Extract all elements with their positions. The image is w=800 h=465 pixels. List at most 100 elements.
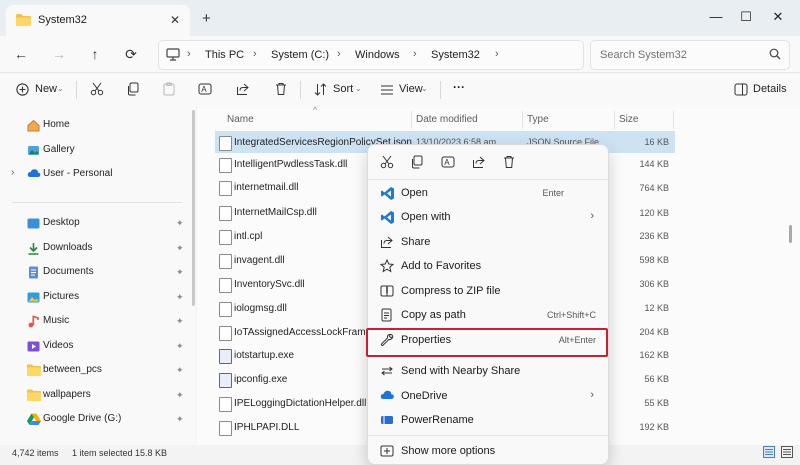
pin-icon[interactable]: ✦ [176,292,184,303]
sort-ascending-icon: ^ [313,105,318,115]
delete-icon[interactable] [274,82,288,98]
menu-item-add-to-favorites[interactable]: Add to Favorites [368,255,608,279]
sidebar-item-gallery[interactable]: Gallery [0,140,196,162]
file-size: 236 KB [639,231,669,241]
sidebar-item-pictures[interactable]: Pictures ✦ [0,287,196,309]
file-icon [219,136,232,151]
pin-icon[interactable]: ✦ [176,243,184,254]
sidebar-item-user-personal[interactable]: › User - Personal [0,164,196,186]
file-size: 162 KB [639,350,669,360]
menu-item-powerrename[interactable]: PowerRename [368,409,608,433]
vscode-icon [380,210,395,225]
file-icon [219,421,232,436]
nav-scrollbar[interactable] [192,110,195,306]
sidebar-item-between-pcs[interactable]: between_pcs ✦ [0,360,196,382]
sidebar-item-desktop[interactable]: Desktop ✦ [0,213,196,235]
address-row: ← → ↑ ⟳ › This PC › System (C:) › Window… [0,36,800,72]
column-header-size[interactable]: Size [619,114,638,125]
maximize-button[interactable]: ☐ [736,7,756,27]
menu-item-show-more-options[interactable]: Show more options [368,440,608,464]
sidebar-item-videos[interactable]: Videos ✦ [0,336,196,358]
column-divider[interactable] [614,111,615,129]
copy-icon[interactable] [410,155,426,171]
chevron-right-icon: › [590,389,594,401]
pin-icon[interactable]: ✦ [176,316,184,327]
paste-icon[interactable] [162,82,176,98]
copy-icon[interactable] [126,82,140,98]
chevron-right-icon: › [337,48,341,60]
column-divider[interactable] [522,111,523,129]
file-icon [219,254,232,269]
pin-icon[interactable]: ✦ [176,218,184,229]
menu-item-copy-as-path[interactable]: Copy as path Ctrl+Shift+C [368,304,608,328]
cut-icon[interactable] [90,82,104,98]
column-divider[interactable] [673,111,674,129]
google-drive-icon [27,413,41,426]
breadcrumb-windows[interactable]: Windows [355,49,400,61]
file-size: 306 KB [639,279,669,289]
close-window-button[interactable]: ✕ [768,7,788,27]
share-icon[interactable] [236,82,250,98]
menu-item-onedrive[interactable]: OneDrive › [368,385,608,409]
more-options-button[interactable]: ··· [453,80,465,96]
menu-item-compress-zip[interactable]: Compress to ZIP file [368,280,608,304]
pin-icon[interactable]: ✦ [176,390,184,401]
list-scrollbar[interactable] [789,225,792,243]
pin-icon[interactable]: ✦ [176,365,184,376]
exe-icon [219,373,232,388]
breadcrumb-system32[interactable]: System32 [431,49,480,61]
menu-item-share[interactable]: Share [368,231,608,255]
exe-icon [219,349,232,364]
tab-close-icon[interactable]: ✕ [170,13,180,27]
details-label: Details [753,83,787,95]
column-header-date[interactable]: Date modified [416,114,478,125]
music-icon [27,315,40,328]
view-button[interactable]: View ⌄ [380,82,436,98]
details-button[interactable]: Details [734,82,794,98]
sidebar-item-documents[interactable]: Documents ✦ [0,262,196,284]
search-input[interactable]: Search System32 [590,40,790,70]
pin-icon[interactable]: ✦ [176,341,184,352]
sidebar-item-music[interactable]: Music ✦ [0,311,196,333]
sidebar-item-wallpapers[interactable]: wallpapers ✦ [0,385,196,407]
chevron-right-icon[interactable]: › [11,167,14,178]
rename-icon[interactable]: A [198,82,212,98]
file-size: 55 KB [644,398,669,408]
share-icon[interactable] [472,155,488,171]
tiles-view-icon[interactable] [781,446,793,458]
column-header-type[interactable]: Type [527,114,549,125]
more-options-icon [380,444,395,459]
sidebar-item-downloads[interactable]: Downloads ✦ [0,238,196,260]
rename-icon[interactable]: A [441,155,457,171]
computer-icon [166,48,180,61]
file-size: 192 KB [639,422,669,432]
minimize-button[interactable]: — [706,7,726,27]
breadcrumb-system-c[interactable]: System (C:) [271,49,329,61]
back-button[interactable]: ← [12,45,30,63]
address-bar[interactable]: › This PC › System (C:) › Windows › Syst… [158,40,584,70]
menu-item-open[interactable]: Open Enter [368,182,608,206]
column-header-name[interactable]: Name [227,114,254,125]
tab-system32[interactable]: System32 ✕ [6,5,190,36]
item-count: 4,742 items [12,448,59,458]
column-divider[interactable] [411,111,412,129]
chevron-down-icon: ⌄ [355,84,362,93]
powerrename-icon [380,413,395,428]
refresh-button[interactable]: ⟳ [122,45,140,63]
sidebar-item-home[interactable]: Home [0,115,196,137]
details-view-icon[interactable] [763,446,775,458]
sort-button[interactable]: Sort ⌄ [314,82,370,98]
forward-button[interactable]: → [50,45,68,63]
pin-icon[interactable]: ✦ [176,414,184,425]
sidebar-item-google-drive[interactable]: Google Drive (G:) ✦ [0,409,196,431]
divider [300,81,301,99]
breadcrumb-this-pc[interactable]: This PC [205,49,244,61]
pin-icon[interactable]: ✦ [176,267,184,278]
menu-item-nearby-share[interactable]: Send with Nearby Share [368,360,608,384]
new-button[interactable]: New ⌄ [16,82,70,98]
menu-item-open-with[interactable]: Open with › [368,206,608,230]
up-button[interactable]: ↑ [86,45,104,63]
cut-icon[interactable] [380,155,396,171]
delete-icon[interactable] [502,155,518,171]
new-tab-button[interactable]: + [202,10,211,27]
